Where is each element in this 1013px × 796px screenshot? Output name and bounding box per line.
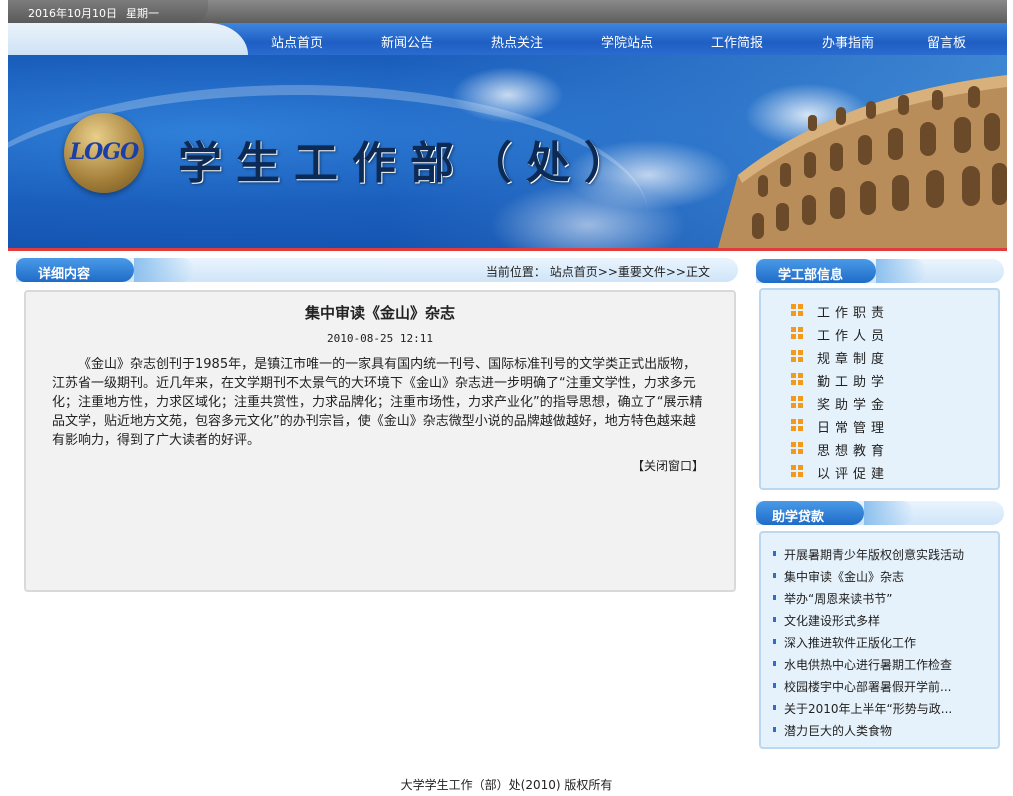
breadcrumb-label: 当前位置：	[485, 265, 546, 279]
article-title: 集中审读《金山》杂志	[304, 304, 455, 322]
bullet-icon	[773, 639, 776, 644]
loans-news-item-title: 校园楼宇中心部署暑假开学前...	[784, 680, 952, 694]
nav-item-home[interactable]: 站点首页	[271, 32, 323, 51]
info-menu-item-label: 规章制度	[817, 352, 890, 367]
loans-news-item-title: 水电供热中心进行暑期工作检查	[784, 658, 953, 672]
bullet-icon	[773, 727, 776, 732]
content-section-title: 详细内容	[38, 267, 91, 282]
bullet-icon	[773, 661, 776, 666]
bullet-icon	[773, 705, 776, 710]
nav-item-hot-topics[interactable]: 热点关注	[491, 32, 543, 51]
nav-item-guestbook[interactable]: 留言板	[927, 32, 966, 51]
article-panel: 集中审读《金山》杂志 2010-08-25 12:11 《金山》杂志创刊于198…	[24, 290, 736, 592]
info-section-tab: 学工部信息	[756, 259, 876, 283]
info-menu-item-label: 勤工助学	[817, 375, 890, 390]
info-menu-item-label: 工作职责	[817, 306, 890, 321]
bullet-icon	[773, 617, 776, 622]
nav-item-college-sites[interactable]: 学院站点	[601, 32, 653, 51]
main-nav: 站点首页 新闻公告 热点关注 学院站点 工作简报 办事指南 留言板	[8, 23, 1007, 55]
loans-news-item-title: 开展暑期青少年版权创意实践活动	[784, 548, 965, 562]
current-weekday: 星期一	[126, 7, 159, 20]
info-menu-item-label: 思想教育	[817, 444, 890, 459]
bullet-icon	[773, 573, 776, 578]
nav-item-news[interactable]: 新闻公告	[381, 32, 433, 51]
info-menu-item-label: 奖助学金	[817, 398, 890, 413]
loans-section-title: 助学贷款	[772, 510, 825, 525]
logo-text: LOGO	[69, 139, 140, 165]
breadcrumb: 当前位置： 站点首页>>重要文件>>正文	[486, 263, 710, 280]
breadcrumb-path[interactable]: 站点首页>>重要文件>>正文	[550, 265, 710, 279]
loans-news-item-title: 举办“周恩来读书节”	[784, 592, 893, 606]
loans-news-item-title: 潜力巨大的人类食物	[784, 724, 893, 738]
bullet-icon	[773, 683, 776, 688]
orange-grid-bullet-icon	[791, 327, 803, 339]
header-banner: LOGO 学生工作部（处）	[8, 55, 1007, 248]
loans-news-item-title: 文化建设形式多样	[784, 614, 881, 628]
info-menu-item-label: 工作人员	[817, 329, 890, 344]
nav-item-work-briefs[interactable]: 工作简报	[711, 32, 763, 51]
orange-grid-bullet-icon	[791, 350, 803, 362]
info-section-title: 学工部信息	[778, 268, 844, 283]
loans-section-tab: 助学贷款	[756, 501, 864, 525]
info-menu-item-label: 以评促建	[817, 467, 890, 482]
footer-copyright: 大学学生工作（部）处(2010) 版权所有	[400, 778, 613, 792]
close-window-link[interactable]: 【关闭窗口】	[632, 457, 704, 474]
bullet-icon	[773, 595, 776, 600]
orange-grid-bullet-icon	[791, 396, 803, 408]
content-section-header: 详细内容 当前位置： 站点首页>>重要文件>>正文	[16, 258, 738, 282]
loans-news-item-title: 深入推进软件正版化工作	[784, 636, 917, 650]
top-bar: 2016年10月10日 星期一	[8, 0, 1007, 23]
nav-curve-decoration	[8, 23, 248, 55]
section-tab-tail	[864, 501, 914, 525]
banner-divider	[8, 248, 1007, 251]
info-section-header: 学工部信息	[756, 259, 1004, 283]
article-body: 《金山》杂志创刊于1985年，是镇江市唯一的一家具有国内统一刊号、国际标准刊号的…	[52, 357, 703, 448]
loans-news-item-title: 关于2010年上半年“形势与政...	[784, 702, 953, 716]
orange-grid-bullet-icon	[791, 465, 803, 477]
section-tab-tail	[134, 258, 194, 282]
loans-news-box: 开展暑期青少年版权创意实践活动 集中审读《金山》杂志 举办“周恩来读书节” 文化建设形…	[759, 531, 1000, 749]
article-timestamp: 2010-08-25 12:11	[327, 332, 433, 345]
loans-section-header: 助学贷款	[756, 501, 1004, 525]
colosseum-image	[718, 75, 1007, 248]
orange-grid-bullet-icon	[791, 419, 803, 431]
site-title: 学生工作部（处）	[178, 138, 642, 189]
bullet-icon	[773, 551, 776, 556]
orange-grid-bullet-icon	[791, 304, 803, 316]
orange-grid-bullet-icon	[791, 373, 803, 385]
section-tab-tail	[876, 259, 926, 283]
nav-item-service-guide[interactable]: 办事指南	[822, 32, 874, 51]
orange-grid-bullet-icon	[791, 442, 803, 454]
info-menu-box: 工作职责工作人员规章制度勤工助学奖助学金日常管理思想教育以评促建	[759, 288, 1000, 490]
current-date: 2016年10月10日	[28, 7, 117, 20]
loans-news-item-title: 集中审读《金山》杂志	[784, 570, 905, 584]
site-logo[interactable]: LOGO	[64, 113, 144, 193]
info-menu-item-label: 日常管理	[817, 421, 890, 436]
content-section-tab: 详细内容	[16, 258, 134, 282]
date-box: 2016年10月10日 星期一	[8, 0, 208, 23]
